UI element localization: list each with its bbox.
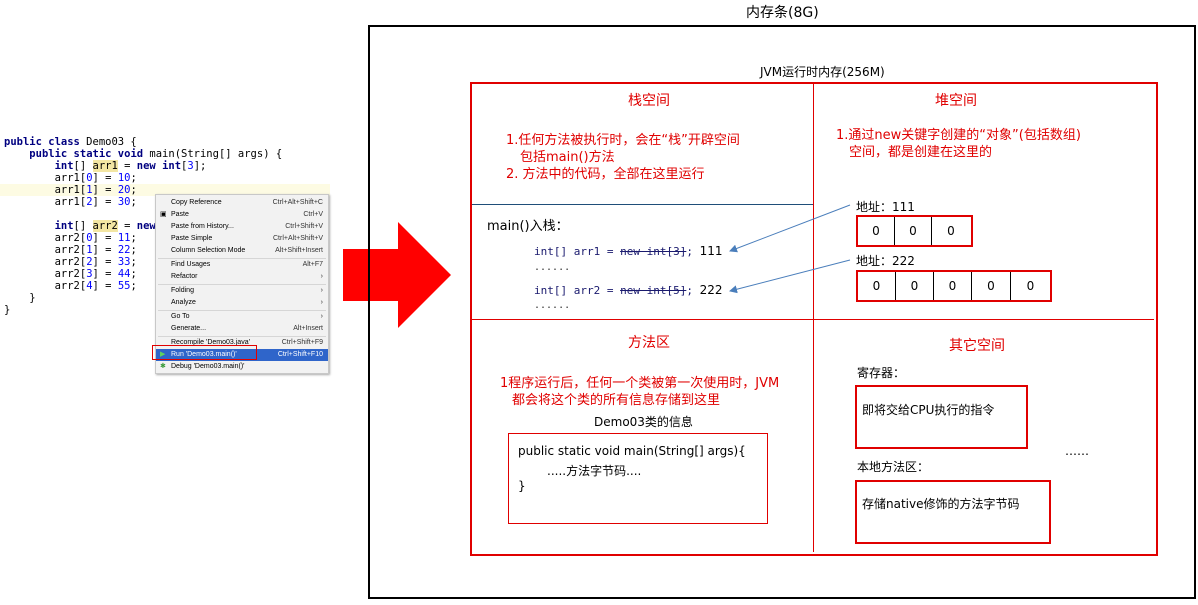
code-line: arr2[0] = 11; bbox=[4, 232, 137, 244]
menu-item-column-selection[interactable]: Column Selection Mode Alt+Shift+Insert bbox=[156, 245, 328, 257]
horizontal-divider bbox=[472, 319, 1154, 320]
code-line: int[] arr2 = new bbox=[54, 220, 156, 232]
register-label: 寄存器： bbox=[857, 366, 906, 380]
reference-arrows bbox=[729, 204, 851, 294]
stack-line2: int[] arr2 = new int[5]; 222 bbox=[534, 283, 723, 297]
stack-ellipsis: ...... bbox=[534, 262, 571, 273]
array-222: 0 0 0 0 0 bbox=[856, 270, 1052, 302]
code-line: int[] arr1 = new int[3]; bbox=[54, 160, 207, 172]
other-space-title: 其它空间 bbox=[949, 338, 1005, 354]
code-line: arr1[2] = 30; bbox=[4, 196, 137, 208]
array-cell: 0 bbox=[934, 272, 972, 300]
stack-title: 栈空间 bbox=[628, 93, 670, 109]
stack-ellipsis: ...... bbox=[534, 300, 571, 311]
memory-title: 内存条(8G) bbox=[746, 5, 819, 21]
code-line: public class Demo03 { bbox=[4, 136, 137, 148]
class-info-box: public static void main(String[] args){ … bbox=[508, 433, 768, 524]
menu-item-analyze[interactable]: Analyze › bbox=[156, 297, 328, 309]
native-label: 本地方法区： bbox=[857, 460, 930, 474]
code-line: } bbox=[4, 304, 11, 316]
heap-addr2-label: 地址：222 bbox=[856, 254, 915, 268]
array-cell: 0 bbox=[858, 217, 895, 245]
heap-addr1-label: 地址：111 bbox=[856, 200, 915, 214]
class-info-line1: public static void main(String[] args){ bbox=[518, 444, 746, 458]
vertical-divider bbox=[813, 84, 814, 552]
array-111: 0 0 0 bbox=[856, 215, 973, 247]
menu-item-folding[interactable]: Folding › bbox=[156, 285, 328, 297]
code-line: arr2[3] = 44; bbox=[4, 268, 137, 280]
array-cell: 0 bbox=[972, 272, 1011, 300]
array-cell: 0 bbox=[858, 272, 896, 300]
heap-title: 堆空间 bbox=[935, 93, 977, 109]
array-cell: 0 bbox=[1026, 279, 1035, 293]
native-text: 存储native修饰的方法字节码 bbox=[862, 497, 1020, 511]
menu-item-debug[interactable]: ✱ Debug 'Demo03.main()' bbox=[156, 361, 328, 373]
jvm-title: JVM运行时内存(256M) bbox=[760, 65, 885, 79]
array-cell: 0 bbox=[947, 224, 955, 238]
code-line: arr2[4] = 55; bbox=[4, 280, 137, 292]
other-ellipsis: …… bbox=[1065, 444, 1089, 458]
menu-item-copy-reference[interactable]: Copy Reference Ctrl+Alt+Shift+C bbox=[156, 197, 328, 209]
menu-item-paste-history[interactable]: Paste from History... Ctrl+Shift+V bbox=[156, 221, 328, 233]
debug-icon: ✱ bbox=[160, 363, 166, 370]
method-area-note1b: 都会将这个类的所有信息存储到这里 bbox=[512, 393, 721, 408]
method-area-title: 方法区 bbox=[628, 335, 670, 351]
code-line: arr1[1] = 20; bbox=[4, 184, 137, 196]
array-cell: 0 bbox=[896, 272, 934, 300]
arrow-111 bbox=[729, 204, 851, 253]
register-box: 即将交给CPU执行的指令 bbox=[855, 385, 1028, 449]
array-cell: 0 bbox=[895, 217, 932, 245]
heap-note1b: 空间，都是创建在这里的 bbox=[849, 145, 993, 160]
code-line: arr2[1] = 22; bbox=[4, 244, 137, 256]
code-line: } bbox=[4, 292, 36, 304]
class-info-line3: } bbox=[518, 479, 526, 493]
menu-item-paste[interactable]: ▣ Paste Ctrl+V bbox=[156, 209, 328, 221]
stack-push-label: main()入栈： bbox=[487, 219, 569, 234]
code-line: public static void main(String[] args) { bbox=[29, 148, 283, 160]
clipboard-icon: ▣ bbox=[160, 211, 167, 218]
class-info-line2: .....方法字节码.... bbox=[547, 464, 642, 478]
menu-item-generate[interactable]: Generate... Alt+Insert bbox=[156, 323, 328, 335]
code-line: arr1[0] = 10; bbox=[4, 172, 137, 184]
menu-item-paste-simple[interactable]: Paste Simple Ctrl+Alt+Shift+V bbox=[156, 233, 328, 245]
menu-item-refactor[interactable]: Refactor › bbox=[156, 271, 328, 283]
menu-item-go-to[interactable]: Go To › bbox=[156, 311, 328, 323]
stack-line1: int[] arr1 = new int[3]; 111 bbox=[534, 244, 723, 258]
arrow-222 bbox=[729, 259, 851, 294]
native-box: 存储native修饰的方法字节码 bbox=[855, 480, 1051, 544]
stack-note2: 2. 方法中的代码，全部在这里运行 bbox=[506, 167, 705, 182]
register-text: 即将交给CPU执行的指令 bbox=[862, 403, 995, 417]
class-info-title: Demo03类的信息 bbox=[594, 415, 693, 429]
run-highlight-box bbox=[152, 345, 257, 360]
menu-item-find-usages[interactable]: Find Usages Alt+F7 bbox=[156, 259, 328, 271]
code-line: arr2[2] = 33; bbox=[4, 256, 137, 268]
